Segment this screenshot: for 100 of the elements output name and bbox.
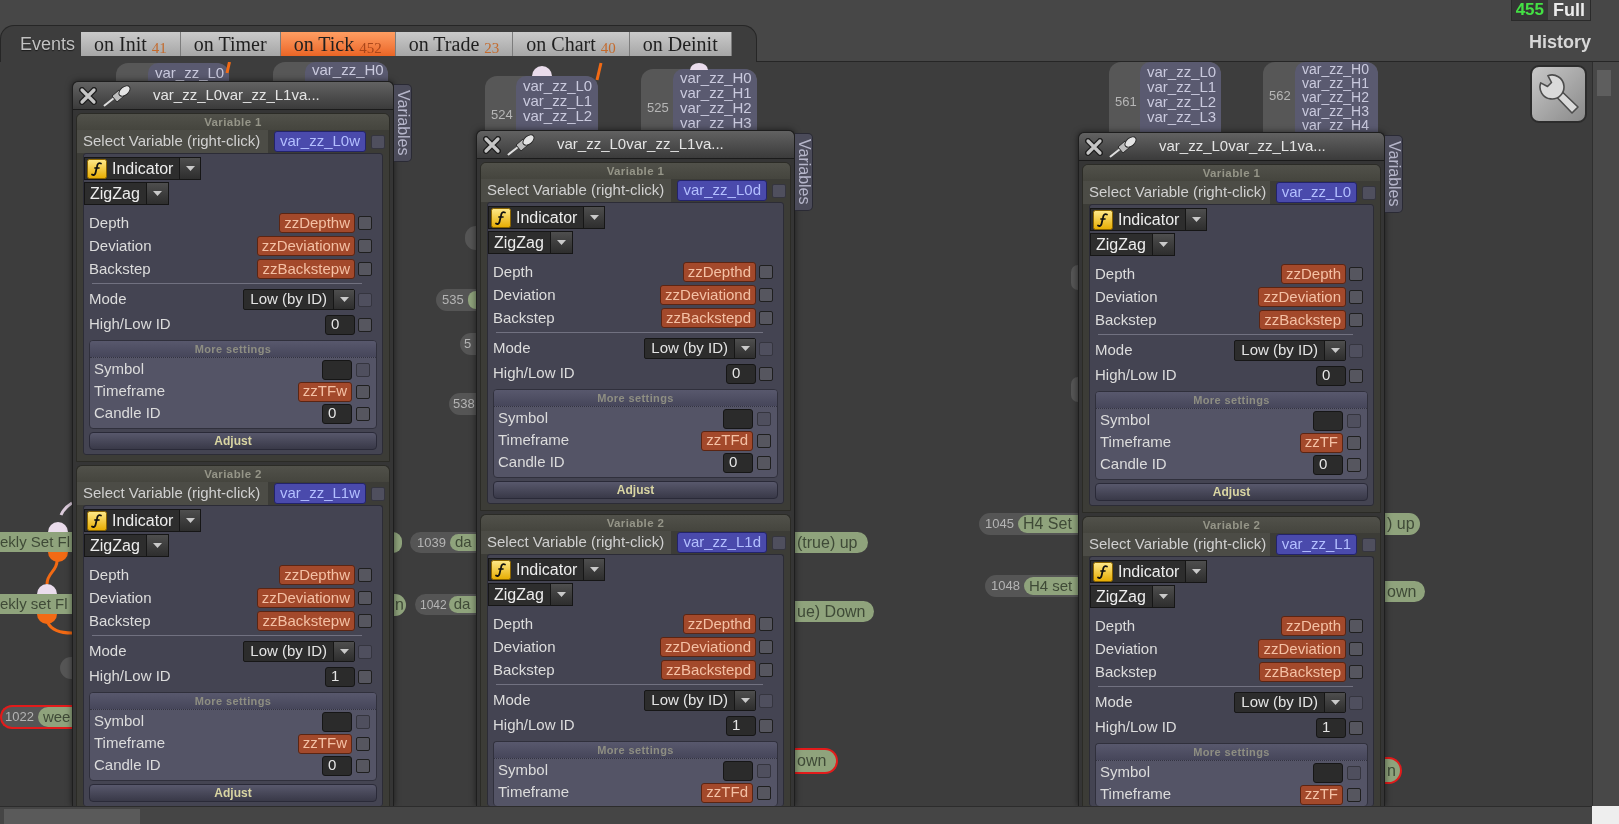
variable-node[interactable]: 561 var_zz_L0 var_zz_L1 var_zz_L2 var_zz_L3 — [1109, 62, 1221, 132]
variable-field[interactable]: zzTFw — [297, 733, 352, 754]
function-select[interactable]: ZigZag — [84, 534, 169, 557]
source-select[interactable]: Indicator — [1090, 208, 1208, 231]
checkbox[interactable] — [757, 433, 771, 448]
event-tab[interactable]: on Deinit — [629, 32, 732, 56]
source-select[interactable]: Indicator — [84, 509, 202, 532]
flow-node[interactable] — [1071, 265, 1078, 290]
checkbox[interactable] — [358, 262, 372, 276]
variable-node[interactable]: 525 var_zz_H0 var_zz_H1 var_zz_H2 var_zz_H3 — [641, 69, 757, 130]
checkbox[interactable] — [1349, 267, 1363, 281]
event-tab[interactable]: on Tick 452 — [280, 32, 396, 56]
input-field[interactable] — [1313, 410, 1343, 431]
checkbox[interactable] — [759, 663, 773, 677]
checkbox[interactable] — [1349, 290, 1363, 304]
flow-node[interactable]: ekly Set Fl — [0, 532, 72, 552]
checkbox[interactable] — [759, 617, 773, 631]
input-field[interactable]: 0 — [322, 755, 352, 776]
flow-node[interactable]: ue) Down — [795, 601, 874, 622]
checkbox[interactable] — [757, 785, 771, 800]
variable-field[interactable]: zzBackstep — [1259, 310, 1346, 330]
variable-field[interactable]: zzDeviationd — [660, 285, 756, 305]
checkbox[interactable] — [1349, 642, 1363, 656]
variable-field[interactable]: zzBackstepw — [257, 611, 355, 631]
checkbox[interactable] — [356, 406, 370, 421]
variables-tab[interactable]: Variables — [795, 133, 813, 211]
input-field[interactable] — [723, 408, 753, 429]
input-field[interactable]: 0 — [726, 363, 756, 384]
checkbox[interactable] — [358, 239, 372, 253]
function-select[interactable]: ZigZag — [1090, 585, 1175, 608]
checkbox[interactable] — [358, 216, 372, 230]
flow-node[interactable]: n — [1385, 757, 1402, 784]
variable-field[interactable]: zzTFw — [297, 381, 352, 402]
variable-field[interactable]: zzDeviationw — [256, 236, 355, 256]
checkbox[interactable] — [1349, 665, 1363, 679]
input-field[interactable]: 1 — [1316, 717, 1346, 738]
checkbox[interactable] — [356, 736, 370, 751]
flow-node[interactable]: 1022 wee — [0, 705, 72, 729]
flow-node[interactable] — [1071, 377, 1078, 402]
variable-field[interactable]: zzTFd — [701, 430, 753, 451]
function-select[interactable]: ZigZag — [488, 231, 573, 254]
variable-field[interactable]: zzDeviationd — [660, 637, 756, 657]
checkbox[interactable] — [759, 311, 773, 325]
checkbox[interactable] — [759, 288, 773, 302]
checkbox[interactable] — [1347, 457, 1361, 472]
flow-node[interactable]: own — [1385, 581, 1425, 602]
checkbox[interactable] — [358, 568, 372, 582]
checkbox[interactable] — [1347, 435, 1361, 450]
variables-tab[interactable]: Variables — [394, 84, 412, 162]
wrench-button[interactable] — [1530, 65, 1587, 123]
flow-node[interactable]: 535 — [436, 289, 476, 311]
input-field[interactable] — [723, 760, 753, 781]
input-field[interactable] — [1313, 762, 1343, 783]
variable-node[interactable]: 524 var_zz_L0 var_zz_L1 var_zz_L2 — [485, 76, 598, 130]
input-field[interactable] — [322, 359, 352, 380]
checkbox[interactable] — [1347, 787, 1361, 802]
adjust-button[interactable]: Adjust — [89, 432, 377, 450]
pin-icon[interactable] — [1109, 135, 1138, 158]
checkbox[interactable] — [356, 384, 370, 399]
variable-field[interactable]: zzDepthd — [682, 262, 756, 282]
variable-field[interactable]: zzDeviationw — [256, 588, 355, 608]
variable-field[interactable]: zzBackstepd — [660, 660, 756, 680]
checkbox[interactable] — [1349, 619, 1363, 633]
variable-field[interactable]: zzDepth — [1280, 264, 1346, 284]
source-select[interactable]: Indicator — [1090, 560, 1208, 583]
checkbox[interactable] — [1349, 368, 1363, 383]
input-field[interactable]: 0 — [723, 452, 753, 473]
input-field[interactable]: 0 — [322, 403, 352, 424]
input-field[interactable]: 0 — [1316, 365, 1346, 386]
flow-node[interactable]: 538 — [449, 393, 476, 415]
adjust-button[interactable]: Adjust — [89, 784, 377, 802]
flow-node[interactable]: 1048 H4 set — [985, 575, 1078, 597]
input-field[interactable]: 1 — [325, 666, 355, 687]
checkbox[interactable] — [358, 669, 372, 684]
pin-icon[interactable] — [103, 84, 132, 107]
flow-node[interactable]: 5 — [460, 333, 476, 355]
variable-field[interactable]: zzDepthd — [682, 614, 756, 634]
flow-node[interactable]: own — [795, 748, 838, 774]
close-icon[interactable] — [1085, 137, 1103, 156]
checkbox[interactable] — [759, 640, 773, 654]
variables-tab[interactable]: Variables — [1385, 135, 1403, 213]
pin-icon[interactable] — [507, 133, 536, 156]
checkbox[interactable] — [1349, 313, 1363, 327]
flow-node[interactable]: ) up — [1385, 513, 1420, 535]
adjust-button[interactable]: Adjust — [493, 481, 778, 499]
variable-field[interactable]: zzDepthw — [279, 565, 355, 585]
variable-field[interactable]: zzTFd — [701, 782, 753, 803]
checkbox[interactable] — [759, 718, 773, 733]
input-field[interactable]: 1 — [726, 715, 756, 736]
function-select[interactable]: ZigZag — [488, 583, 573, 606]
input-field[interactable]: 0 — [325, 314, 355, 335]
event-tab[interactable]: on Chart 40 — [513, 32, 630, 56]
adjust-button[interactable]: Adjust — [1095, 483, 1368, 501]
checkbox[interactable] — [358, 614, 372, 628]
source-select[interactable]: Indicator — [84, 157, 202, 180]
variable-node[interactable]: var_zz_H0 — [273, 62, 388, 81]
input-field[interactable] — [322, 711, 352, 732]
variable-field[interactable]: zzDeviation — [1258, 639, 1346, 659]
checkbox[interactable] — [356, 758, 370, 773]
variable-field[interactable]: zzBackstepw — [257, 259, 355, 279]
